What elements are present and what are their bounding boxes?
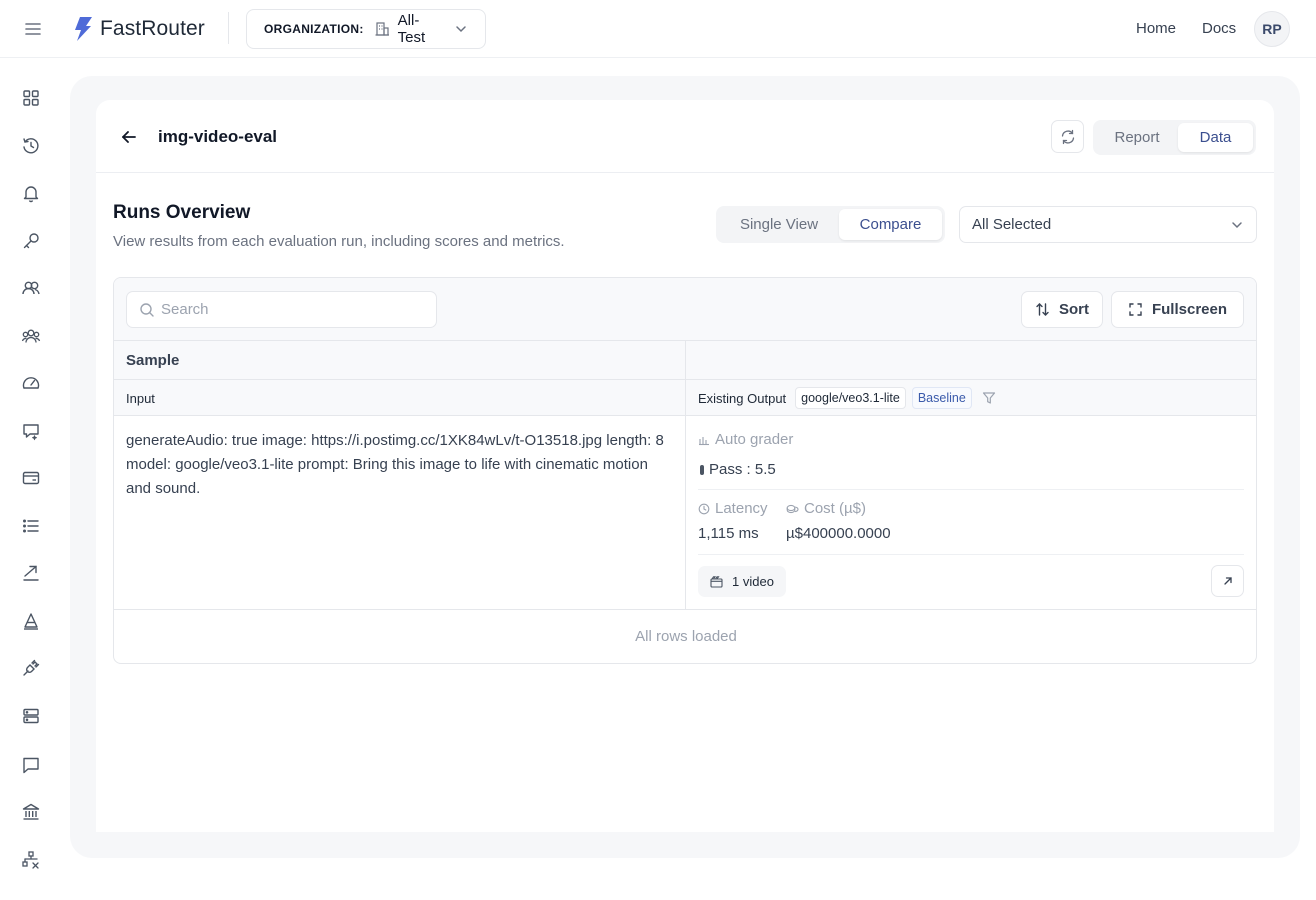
output-cell: Auto grader Pass : 5.5 Latency Cost (µ$)…: [698, 416, 1244, 610]
grader-icon: [698, 434, 710, 446]
sort-button[interactable]: Sort: [1021, 291, 1103, 328]
refresh-icon: [1060, 129, 1076, 145]
arrow-up-right-icon: [1222, 575, 1234, 587]
organization-selector[interactable]: ORGANIZATION: All-Test: [246, 9, 486, 49]
search-icon: [139, 302, 155, 318]
network-icon[interactable]: [21, 850, 41, 870]
cost-value: µ$400000.0000: [786, 525, 891, 542]
coins-icon: [786, 503, 799, 515]
report-data-tabs: Report Data: [1093, 120, 1256, 155]
column-divider: [685, 380, 686, 416]
latency-label: Latency: [698, 500, 768, 517]
table-footer-status: All rows loaded: [635, 628, 737, 645]
team-icon[interactable]: [21, 326, 41, 346]
search-box[interactable]: [126, 291, 437, 328]
grader-result: Pass : 5.5: [700, 461, 776, 478]
divider: [698, 489, 1244, 490]
building-icon: [374, 21, 390, 37]
model-tag: google/veo3.1-lite: [795, 387, 906, 409]
app-logo[interactable]: FastRouter: [72, 16, 205, 42]
gauge-icon[interactable]: [21, 373, 41, 393]
key-icon[interactable]: [21, 231, 41, 251]
chevron-down-icon: [1230, 218, 1244, 232]
divider: [698, 554, 1244, 555]
tab-report[interactable]: Report: [1096, 123, 1178, 152]
group-header-sample: Sample: [126, 352, 180, 369]
section-title: Runs Overview: [113, 202, 251, 223]
page-title: img-video-eval: [158, 127, 278, 146]
app-name: FastRouter: [100, 17, 205, 40]
section-subtitle: View results from each evaluation run, i…: [113, 233, 565, 250]
users-icon[interactable]: [21, 278, 41, 298]
run-selector[interactable]: All Selected: [959, 206, 1257, 243]
view-mode-toggle: Single View Compare: [716, 206, 945, 243]
bank-icon[interactable]: [21, 802, 41, 822]
header-divider: [228, 12, 229, 44]
column-divider: [685, 341, 686, 380]
page-header: img-video-eval Report Data: [96, 100, 1274, 173]
plug-icon[interactable]: [21, 658, 41, 678]
sidebar: [0, 58, 62, 900]
chat-sparkle-icon[interactable]: [21, 421, 41, 441]
filter-icon[interactable]: [982, 391, 996, 405]
fullscreen-icon: [1128, 302, 1143, 317]
table-toolbar: Sort Fullscreen: [114, 278, 1256, 341]
tab-data[interactable]: Data: [1178, 123, 1253, 152]
sample-input-text: generateAudio: true image: https://i.pos…: [126, 432, 664, 497]
server-icon[interactable]: [21, 706, 41, 726]
cost-label: Cost (µ$): [786, 500, 866, 517]
clock-icon: [698, 503, 710, 515]
lightning-logo-icon: [72, 16, 94, 42]
user-avatar[interactable]: RP: [1254, 11, 1290, 47]
pass-score: Pass : 5.5: [709, 461, 776, 478]
results-table: Sort Fullscreen Sample Input Existing Ou…: [113, 277, 1257, 664]
hamburger-menu-icon[interactable]: [22, 18, 44, 40]
content-card: img-video-eval Report Data Runs Overview…: [96, 100, 1274, 832]
chevron-down-icon: [454, 22, 468, 36]
search-input[interactable]: [161, 301, 421, 318]
column-header-output: Existing Output google/veo3.1-lite Basel…: [698, 387, 996, 409]
baseline-tag: Baseline: [911, 387, 972, 409]
auto-grader-label: Auto grader: [698, 431, 793, 448]
column-header-input: Input: [126, 391, 155, 406]
dashboard-icon[interactable]: [21, 88, 41, 108]
video-icon: [710, 575, 723, 588]
table-row[interactable]: generateAudio: true image: https://i.pos…: [114, 416, 1256, 610]
open-detail-button[interactable]: [1211, 565, 1244, 597]
output-header-label: Existing Output: [698, 390, 787, 406]
video-count-label: 1 video: [732, 574, 774, 589]
video-attachment-chip[interactable]: 1 video: [698, 566, 786, 597]
nav-docs-link[interactable]: Docs: [1202, 20, 1236, 37]
run-selector-value: All Selected: [972, 216, 1052, 233]
trend-arrow-icon[interactable]: [21, 563, 41, 583]
sort-label: Sort: [1059, 301, 1089, 318]
fullscreen-button[interactable]: Fullscreen: [1111, 291, 1244, 328]
single-view-button[interactable]: Single View: [719, 209, 839, 240]
history-icon[interactable]: [21, 136, 41, 156]
list-icon[interactable]: [21, 516, 41, 536]
latency-value: 1,115 ms: [698, 525, 759, 542]
refresh-button[interactable]: [1051, 120, 1084, 153]
nav-home-link[interactable]: Home: [1136, 20, 1176, 37]
sort-icon: [1035, 302, 1050, 317]
column-divider: [685, 416, 686, 610]
pass-indicator: [700, 464, 704, 475]
triangle-a-icon[interactable]: [21, 611, 41, 631]
group-header-row: Sample: [114, 341, 1256, 380]
organization-value: All-Test: [397, 12, 426, 46]
back-arrow-icon[interactable]: [118, 126, 140, 148]
fullscreen-label: Fullscreen: [1151, 301, 1228, 318]
organization-label: ORGANIZATION:: [264, 22, 364, 36]
credit-card-icon[interactable]: [21, 468, 41, 488]
top-bar: FastRouter ORGANIZATION: All-Test Home D…: [0, 0, 1316, 58]
column-header-row: Input Existing Output google/veo3.1-lite…: [114, 380, 1256, 416]
message-icon[interactable]: [21, 755, 41, 775]
compare-button[interactable]: Compare: [839, 209, 942, 240]
bell-icon[interactable]: [21, 183, 41, 203]
